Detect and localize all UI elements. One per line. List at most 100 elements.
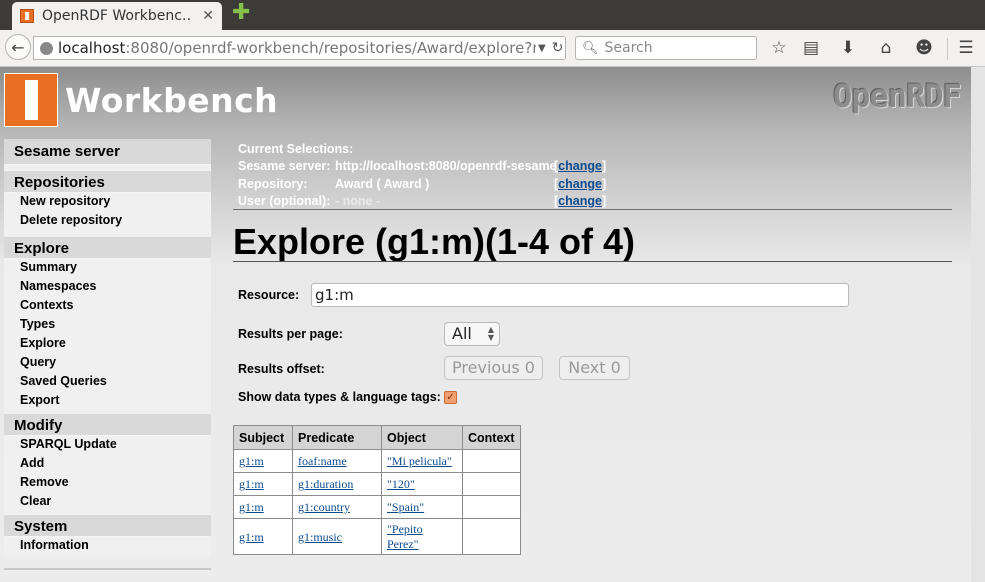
resource-label: Resource: [238, 288, 300, 302]
repository-value: Award ( Award ) [335, 177, 430, 191]
url-path: :8080/openrdf-workbench/repositories/Awa… [125, 39, 536, 57]
browser-tab[interactable]: OpenRDF Workbenc… ✕ [12, 2, 222, 30]
url-text[interactable]: localhost:8080/openrdf-workbench/reposit… [58, 39, 536, 57]
sidebar-item-information[interactable]: Information [4, 537, 211, 556]
predicate-link[interactable]: foaf:name [298, 454, 347, 468]
smiley-icon[interactable]: ☻ [914, 38, 934, 58]
server-label: Sesame server: [238, 159, 331, 173]
workbench-logo-icon [4, 73, 58, 127]
sidebar-list-explore: Summary Namespaces Contexts Types Explor… [4, 259, 211, 414]
header-predicate: Predicate [292, 425, 382, 450]
table-row: g1:m g1:country "Spain" [233, 495, 521, 519]
header-object: Object [381, 425, 463, 450]
predicate-link[interactable]: g1:music [298, 530, 342, 544]
select-arrows-icon: ▲ ▼ [487, 325, 494, 342]
object-link[interactable]: "120" [387, 477, 415, 491]
user-change-wrapper: [change] [554, 194, 607, 208]
table-row: g1:m foaf:name "Mi pelicula" [233, 449, 521, 473]
server-change-link[interactable]: change [558, 159, 602, 173]
selections-heading: Current Selections: [238, 142, 354, 156]
reading-list-icon[interactable]: ▤ [801, 38, 821, 58]
sidebar-item-contexts[interactable]: Contexts [4, 297, 211, 316]
sidebar-item-delete-repository[interactable]: Delete repository [4, 212, 211, 237]
repository-row: Repository: Award ( Award ) [change] [238, 177, 952, 194]
sidebar-item-saved-queries[interactable]: Saved Queries [4, 373, 211, 392]
sidebar-item-export[interactable]: Export [4, 392, 211, 414]
context-cell [462, 449, 521, 473]
sidebar-list-system: Information [4, 537, 211, 556]
sidebar-section-modify: Modify [4, 414, 211, 436]
subject-link[interactable]: g1:m [239, 454, 264, 468]
next-button[interactable]: Next 0 [559, 356, 630, 380]
sidebar-item-namespaces[interactable]: Namespaces [4, 278, 211, 297]
sidebar-item-explore[interactable]: Explore [4, 335, 211, 354]
sidebar-item-new-repository[interactable]: New repository [4, 193, 211, 212]
search-input[interactable]: 🔍︎ Search [575, 36, 757, 60]
reload-icon[interactable]: ↻ [552, 40, 564, 56]
sidebar-item-types[interactable]: Types [4, 316, 211, 335]
logo-text: Workbench [65, 81, 279, 120]
url-bar[interactable]: localhost:8080/openrdf-workbench/reposit… [33, 36, 566, 60]
scrollbar-track[interactable] [971, 67, 985, 582]
sidebar-item-query[interactable]: Query [4, 354, 211, 373]
subject-link[interactable]: g1:m [239, 530, 264, 544]
page-content: Workbench OpenRDF Sesame server Reposito… [0, 67, 985, 582]
sidebar-item-clear[interactable]: Clear [4, 493, 211, 515]
search-placeholder: Search [604, 40, 653, 56]
header-subject: Subject [233, 425, 293, 450]
previous-button[interactable]: Previous 0 [444, 356, 543, 380]
user-value: - none - [335, 194, 381, 208]
resource-input[interactable]: g1:m [311, 283, 849, 307]
search-icon: 🔍︎ [582, 40, 599, 56]
user-label: User (optional): [238, 194, 331, 208]
object-link[interactable]: "Spain" [387, 500, 424, 514]
sidebar-item-sparql-update[interactable]: SPARQL Update [4, 436, 211, 455]
toolbar-separator [947, 38, 948, 60]
object-link[interactable]: "Pepito Perez" [387, 522, 423, 551]
table-row: g1:m g1:music "Pepito Perez" [233, 518, 521, 555]
object-link[interactable]: "Mi pelicula" [387, 454, 452, 468]
new-tab-icon[interactable]: ✚ [232, 2, 250, 24]
sidebar-list-repositories: New repository Delete repository [4, 193, 211, 237]
sidebar: Sesame server Repositories New repositor… [4, 139, 211, 570]
browser-nav-bar: ← localhost:8080/openrdf-workbench/repos… [0, 30, 985, 67]
context-cell [462, 518, 521, 555]
openrdf-brand: OpenRDF [833, 77, 962, 115]
table-row: g1:m g1:duration "120" [233, 472, 521, 496]
sidebar-list-modify: SPARQL Update Add Remove Clear [4, 436, 211, 515]
show-types-label: Show data types & language tags: [238, 390, 441, 404]
results-per-page-select[interactable]: All ▲ ▼ [444, 322, 500, 346]
back-button[interactable]: ← [5, 34, 31, 60]
predicate-link[interactable]: g1:duration [298, 477, 353, 491]
results-table: Subject Predicate Object Context g1:m fo… [233, 425, 521, 555]
predicate-link[interactable]: g1:country [298, 500, 350, 514]
menu-icon[interactable]: ☰ [956, 38, 976, 58]
sidebar-section-explore: Explore [4, 237, 211, 259]
sidebar-item-remove[interactable]: Remove [4, 474, 211, 493]
browser-tab-bar: OpenRDF Workbenc… ✕ ✚ [0, 0, 985, 30]
context-cell [462, 495, 521, 519]
url-dropdown-icon[interactable]: ▼ [538, 43, 546, 54]
results-offset-label: Results offset: [238, 362, 325, 376]
subject-link[interactable]: g1:m [239, 500, 264, 514]
user-change-link[interactable]: change [558, 194, 602, 208]
show-types-checkbox[interactable]: ✓ [444, 391, 457, 404]
sidebar-section-repositories: Repositories [4, 171, 211, 193]
site-info-icon[interactable] [40, 41, 53, 55]
results-per-page-label: Results per page: [238, 327, 343, 341]
subject-link[interactable]: g1:m [239, 477, 264, 491]
download-icon[interactable]: ⬇ [838, 38, 858, 58]
sidebar-item-add[interactable]: Add [4, 455, 211, 474]
page-title: Explore (g1:m)(1-4 of 4) [233, 221, 636, 262]
header-context: Context [462, 425, 521, 450]
url-host: localhost [58, 39, 126, 57]
selections-divider [233, 209, 952, 210]
star-icon[interactable]: ☆ [769, 38, 789, 58]
repository-change-link[interactable]: change [558, 177, 602, 191]
openrdf-favicon-icon [20, 9, 34, 23]
sidebar-section-sesame-server[interactable]: Sesame server [4, 139, 211, 165]
sidebar-item-summary[interactable]: Summary [4, 259, 211, 278]
close-tab-icon[interactable]: ✕ [202, 8, 214, 24]
sidebar-section-system: System [4, 515, 211, 537]
home-icon[interactable]: ⌂ [876, 38, 896, 58]
